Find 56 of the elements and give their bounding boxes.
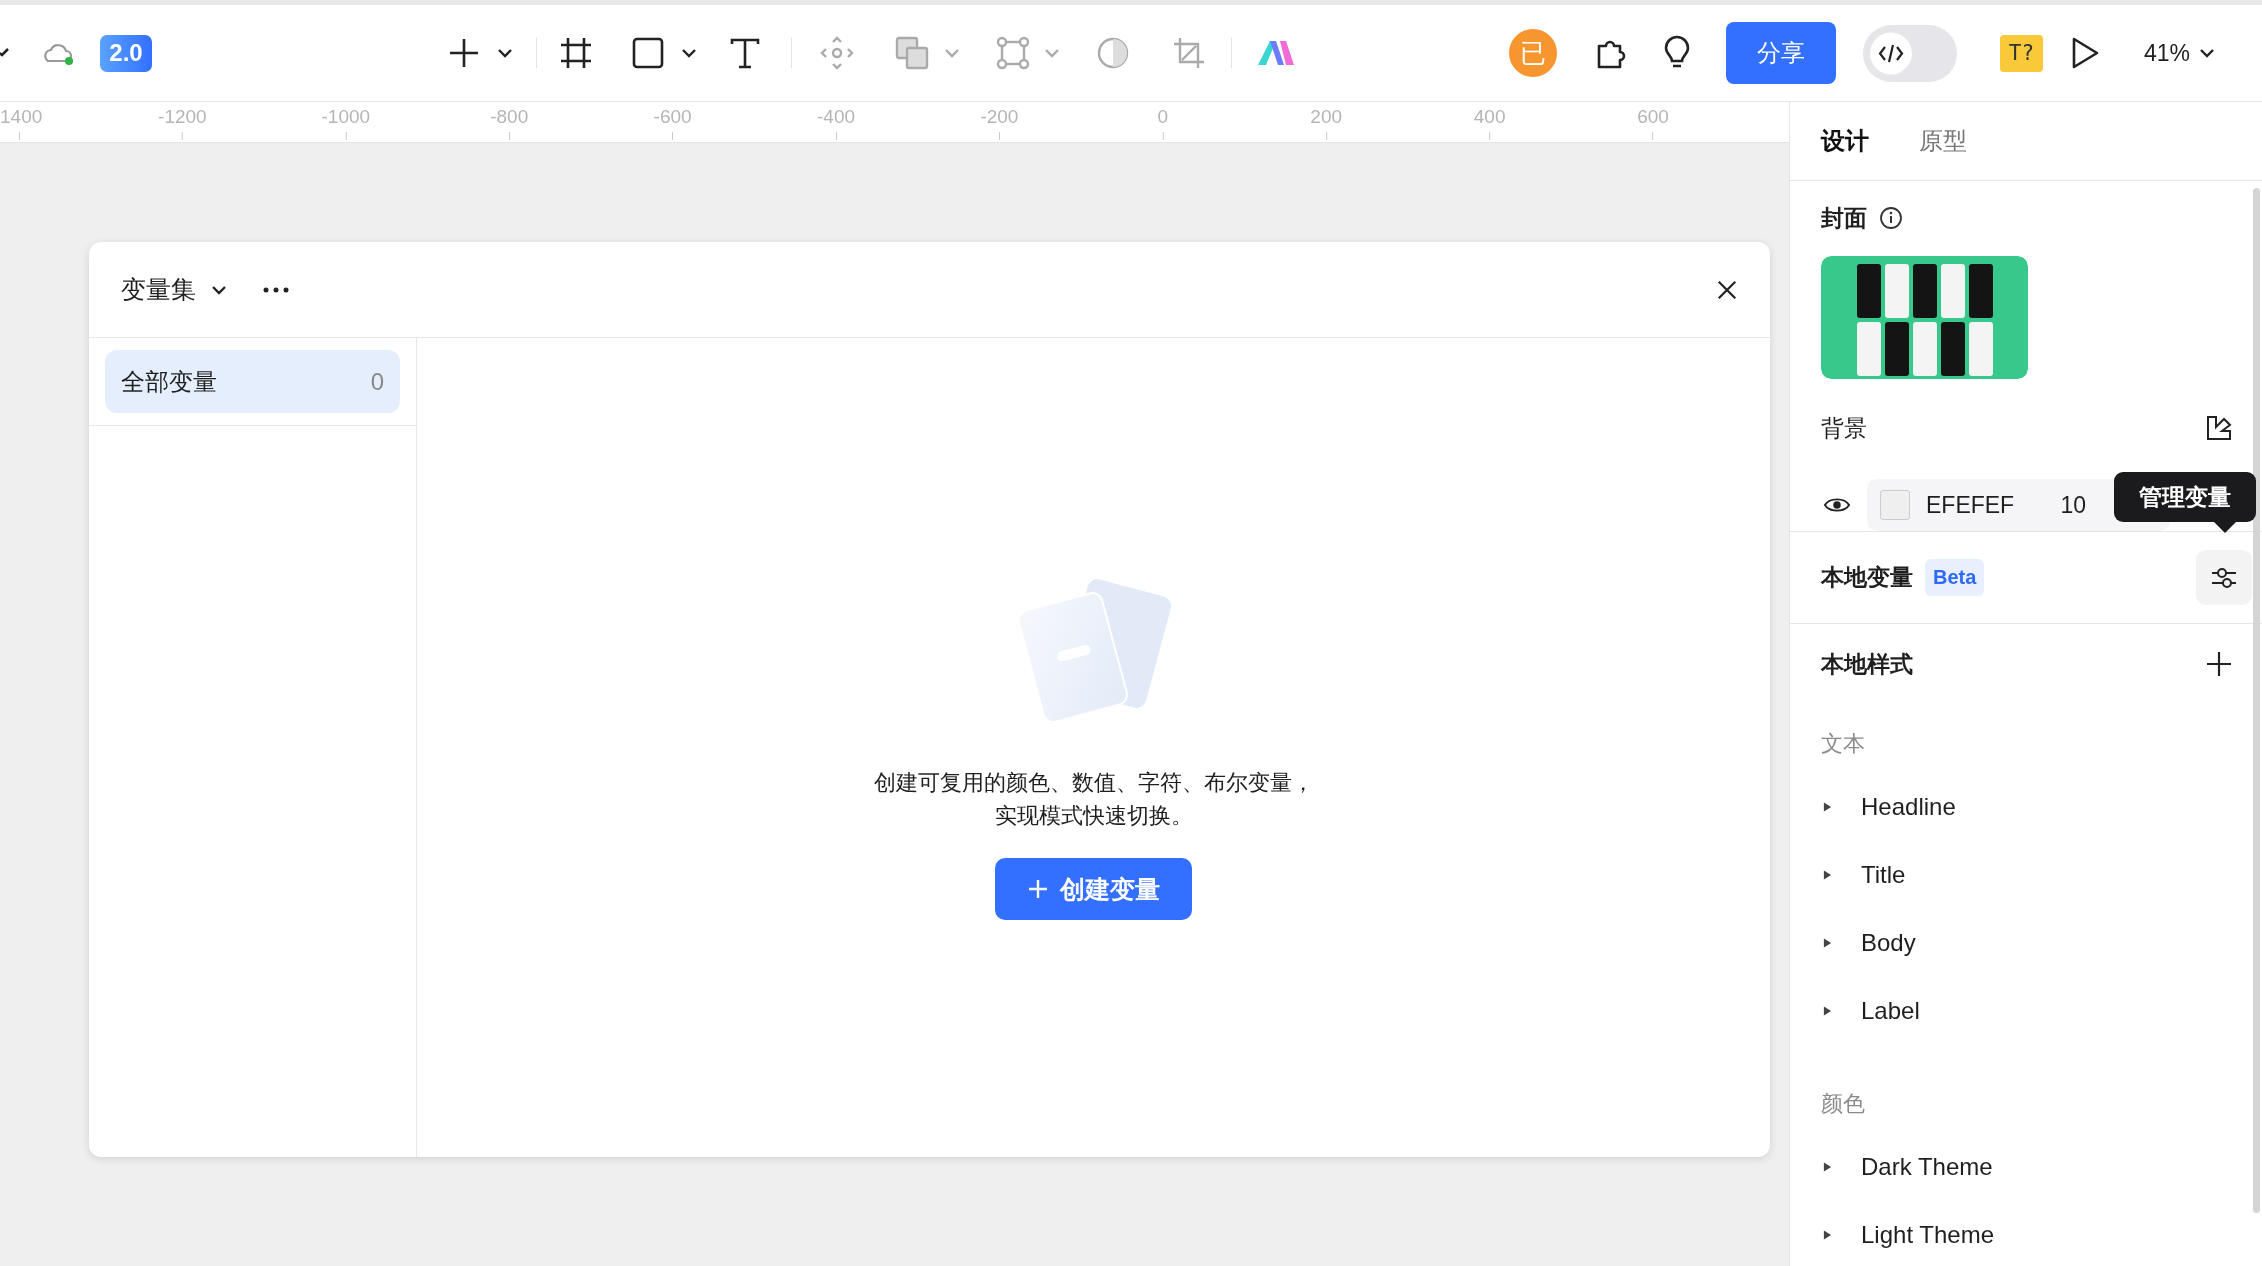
disclosure-triangle-icon[interactable] xyxy=(1823,1005,1832,1017)
style-item[interactable]: Title xyxy=(1821,841,2262,909)
section-title: 本地变量 xyxy=(1821,563,1913,592)
info-icon[interactable] xyxy=(1879,206,1903,230)
beta-badge: Beta xyxy=(1925,559,1985,596)
section-title: 封面 xyxy=(1821,203,1867,233)
ruler-label: -1000 xyxy=(321,106,371,128)
opacity-value: 10 xyxy=(2060,491,2086,519)
style-item[interactable]: Light Theme xyxy=(1821,1201,2262,1266)
more-icon[interactable] xyxy=(262,285,290,294)
disclosure-triangle-icon[interactable] xyxy=(1823,801,1832,813)
disclosure-triangle-icon[interactable] xyxy=(1823,937,1832,949)
ruler-label: 0 xyxy=(1157,106,1169,128)
ruler-label: 200 xyxy=(1310,106,1343,128)
disclosure-triangle-icon[interactable] xyxy=(1823,869,1832,881)
disclosure-triangle-icon[interactable] xyxy=(1823,1229,1832,1241)
rectangle-icon[interactable] xyxy=(630,35,666,71)
style-item[interactable]: Label xyxy=(1821,977,2262,1045)
tooltip: 管理变量 xyxy=(2114,472,2256,522)
plus-icon xyxy=(1027,879,1048,899)
manage-variables-button[interactable] xyxy=(2196,550,2252,605)
panel-tab[interactable]: 原型 xyxy=(1919,125,1967,157)
section-title: 本地样式 xyxy=(1821,649,1913,679)
style-group-title: 颜色 xyxy=(1821,1090,1866,1118)
ruler-label: -400 xyxy=(817,106,855,128)
font-badge[interactable]: T? xyxy=(1999,34,2043,72)
style-item[interactable]: Headline xyxy=(1821,773,2262,841)
ruler-label: 1400 xyxy=(0,106,43,128)
frame-icon[interactable] xyxy=(558,35,594,71)
share-button[interactable]: 分享 xyxy=(1725,22,1836,84)
ruler-label: 600 xyxy=(1637,106,1669,128)
dev-mode-toggle[interactable] xyxy=(1862,24,1957,82)
disclosure-triangle-icon[interactable] xyxy=(1823,1161,1832,1173)
section-title: 背景 xyxy=(1821,413,1867,443)
style-item[interactable]: Body xyxy=(1821,909,2262,977)
ruler-label: 400 xyxy=(1473,106,1506,128)
style-item[interactable]: Dark Theme xyxy=(1821,1133,2262,1201)
create-variable-button[interactable]: 创建变量 xyxy=(995,858,1192,920)
collection-name: 全部变量 xyxy=(121,366,217,397)
plus-icon[interactable] xyxy=(2204,649,2234,679)
collection-item[interactable]: 全部变量 0 xyxy=(105,350,400,413)
ruler-label: -800 xyxy=(490,106,529,128)
style-group-title: 文本 xyxy=(1821,730,1866,758)
color-swatch-icon[interactable] xyxy=(1880,490,1910,520)
panel-tab[interactable]: 设计 xyxy=(1821,125,1869,157)
ruler-label: -600 xyxy=(653,106,692,128)
ruler-label: -1200 xyxy=(158,106,207,128)
variable-count: 0 xyxy=(370,367,384,396)
dialog-title[interactable]: 变量集 xyxy=(121,273,196,306)
empty-message: 创建可复用的颜色、数值、字符、布尔变量， 实现模式快速切换。 xyxy=(873,769,1314,830)
tooltip-arrow xyxy=(2214,522,2236,533)
color-hex: EFEFEF xyxy=(1926,491,2015,519)
zoom-level[interactable]: 41% xyxy=(2143,39,2190,67)
ruler-label: -200 xyxy=(980,106,1019,128)
scrollbar[interactable] xyxy=(2253,188,2260,1213)
close-icon[interactable] xyxy=(1716,278,1738,301)
